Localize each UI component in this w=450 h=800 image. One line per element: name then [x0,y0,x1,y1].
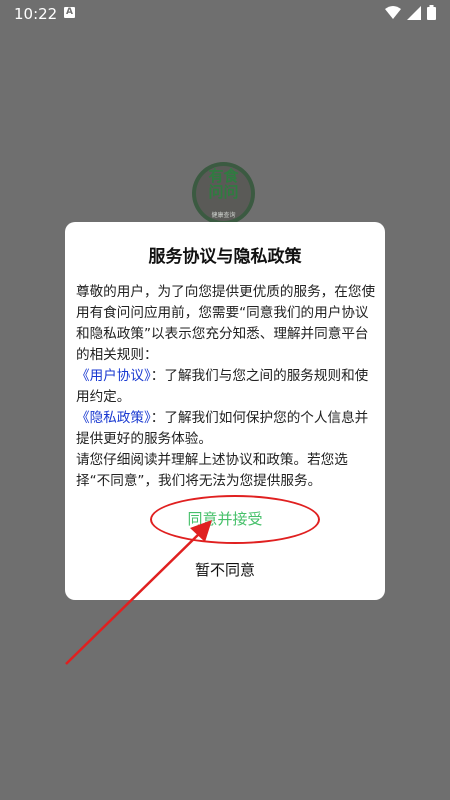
annotation-arrow-icon [65,520,212,665]
